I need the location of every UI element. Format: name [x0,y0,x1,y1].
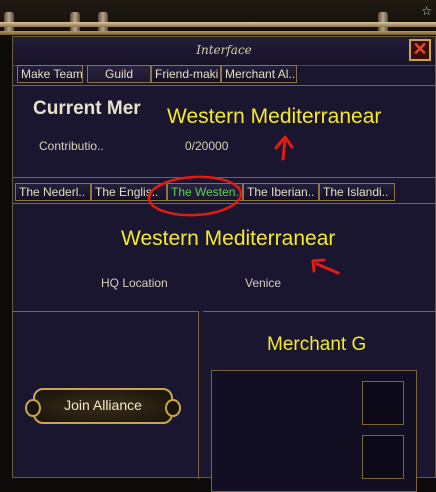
rope-line [0,22,436,27]
tab-region-iberian[interactable]: The Iberian.. [243,183,319,201]
hq-location-value: Venice [245,276,282,290]
merchant-guild-title: Merchant G [267,334,367,355]
tab-region-nederland[interactable]: The Nederl.. [15,183,91,201]
divider [13,177,436,178]
action-panel: Join Alliance [13,311,199,479]
window-title: Interface [196,43,252,57]
close-icon: ✕ [412,39,428,59]
join-alliance-button[interactable]: Join Alliance [25,388,181,424]
guild-list-box [211,370,417,492]
tab-guild[interactable]: Guild [87,65,151,83]
tab-region-england[interactable]: The Englis.. [91,183,167,201]
tab-region-islandic[interactable]: The Islandi.. [319,183,395,201]
close-button[interactable]: ✕ [409,39,431,61]
divider [13,85,436,86]
title-bar[interactable]: Interface ✕ [13,37,435,66]
hq-location-label: HQ Location [101,276,168,290]
region-name: Western Mediterranear [121,227,336,250]
guild-slot[interactable] [362,381,404,425]
tab-merchant-alliance[interactable]: Merchant Al.. [221,65,297,83]
rope-line [0,31,436,35]
guild-slot[interactable] [362,435,404,479]
star-icon: ☆ [421,4,432,18]
alliance-name: Western Mediterranear [167,105,382,128]
current-merchant-label: Current Mer [33,98,141,119]
interface-window: Interface ✕ Make Team Guild Friend-maki … [12,36,436,492]
tab-region-western-med[interactable]: The Westen.. [167,183,243,201]
top-wooden-bar: ☆ [0,0,436,40]
tab-friend-making[interactable]: Friend-maki [151,65,221,83]
merchant-guild-panel: Merchant G [203,311,436,492]
divider [13,203,436,204]
contribution-value: 0/20000 [185,139,229,153]
tab-make-team[interactable]: Make Team [17,65,83,83]
contribution-label: Contributio.. [39,139,104,153]
